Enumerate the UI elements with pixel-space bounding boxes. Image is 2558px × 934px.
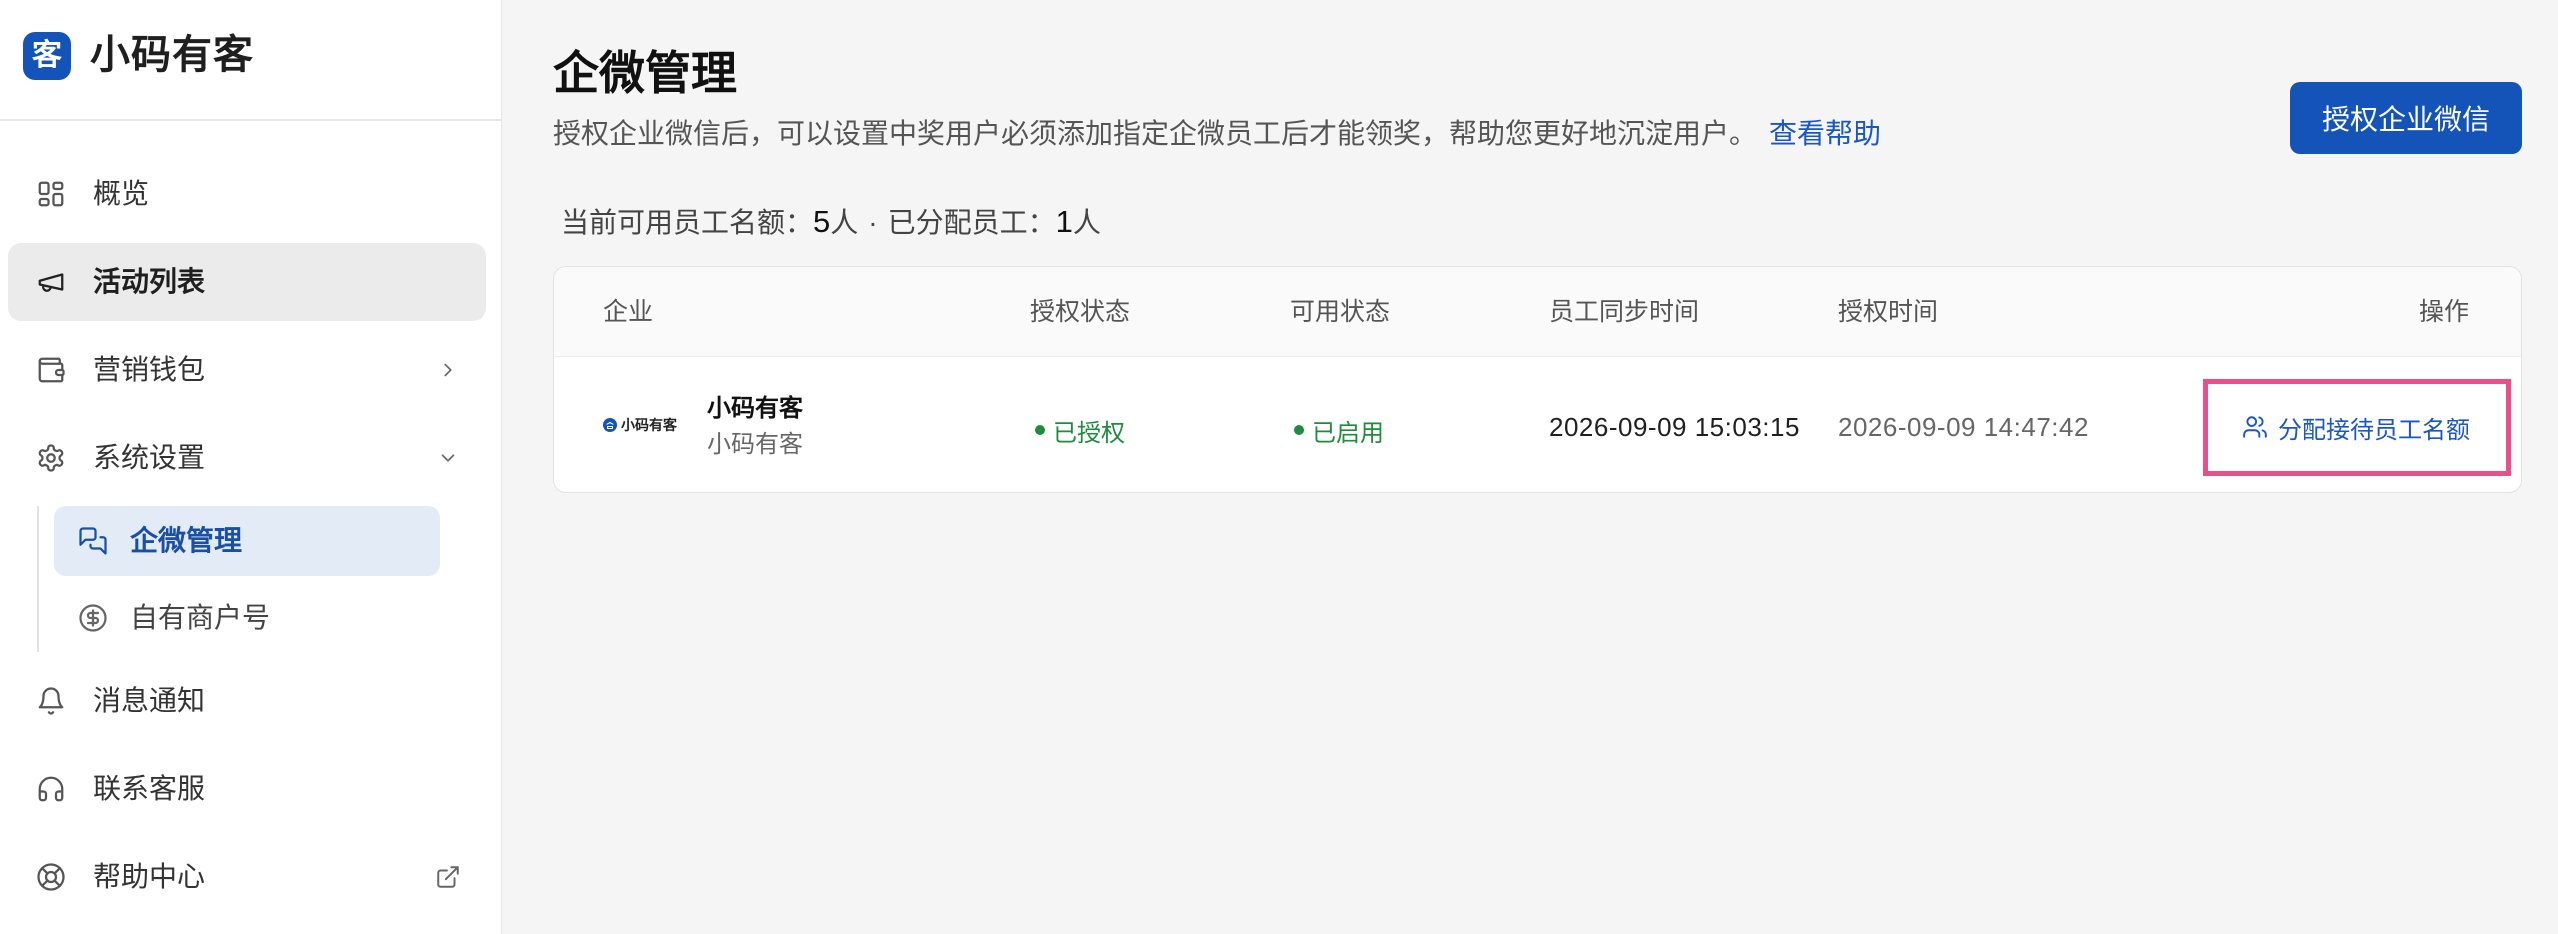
table-row: 小码有客 小码有客 小码有客 已授权 已启用 2026-09-09 15:03:… <box>554 357 2521 492</box>
chevron-right-icon <box>444 363 452 377</box>
quota-summary: 当前可用员工名额：5人 · 已分配员工：1人 <box>561 204 1101 240</box>
auth-status-text: 已授权 <box>1053 419 1125 447</box>
sidebar-subitem-own-merchant[interactable]: 自有商户号 <box>54 583 440 653</box>
available-quota-value: 5 <box>813 204 831 239</box>
page-description: 授权企业微信后，可以设置中奖用户必须添加指定企微员工后才能领奖，帮助您更好地沉淀… <box>553 120 1881 148</box>
sidebar-subitem-label: 自有商户号 <box>130 602 271 633</box>
quota-unit: 人 <box>830 207 859 238</box>
use-status-text: 已启用 <box>1312 419 1384 447</box>
column-header-auth-time: 授权时间 <box>1838 298 1939 326</box>
help-link[interactable]: 查看帮助 <box>1769 118 1881 149</box>
table-header: 企业 授权状态 可用状态 员工同步时间 授权时间 操作 <box>554 267 2521 357</box>
enterprise-logo-mark-icon <box>603 418 617 432</box>
authorize-wecom-button[interactable]: 授权企业微信 <box>2290 82 2522 154</box>
sidebar-subitem-label: 企微管理 <box>130 525 243 556</box>
dashboard-icon <box>38 181 64 207</box>
chevron-down-icon <box>441 454 455 462</box>
sidebar-item-contact-support[interactable]: 联系客服 <box>8 750 486 828</box>
available-quota-label: 当前可用员工名额： <box>561 207 814 238</box>
status-dot <box>1294 425 1304 435</box>
headset-icon <box>38 776 64 802</box>
sidebar-item-label: 概览 <box>93 178 150 209</box>
enterprise-name: 小码有客 <box>707 395 803 422</box>
gear-icon <box>38 444 64 472</box>
auth-time: 2026-09-09 14:47:42 <box>1838 412 2089 442</box>
assign-staff-quota-label: 分配接待员工名额 <box>2278 416 2470 444</box>
enterprise-logo: 小码有客 <box>603 415 677 435</box>
sidebar-item-notifications[interactable]: 消息通知 <box>8 662 486 740</box>
sidebar-subitem-wecom-management[interactable]: 企微管理 <box>54 506 440 576</box>
column-header-sync-time: 员工同步时间 <box>1549 298 1700 326</box>
sidebar-item-label: 消息通知 <box>93 685 206 716</box>
quota-unit: 人 <box>1072 207 1101 238</box>
megaphone-icon <box>38 273 64 292</box>
page-title: 企微管理 <box>553 47 737 99</box>
sync-time: 2026-09-09 15:03:15 <box>1549 412 1800 442</box>
column-header-use-status: 可用状态 <box>1290 298 1391 326</box>
submenu-guide-line <box>37 506 39 652</box>
sidebar-item-help-center[interactable]: 帮助中心 <box>8 838 486 916</box>
status-dot <box>1035 425 1045 435</box>
enterprise-table: 企业 授权状态 可用状态 员工同步时间 授权时间 操作 小码有客 小码有客 小码… <box>553 266 2522 493</box>
sidebar-item-marketing-wallet[interactable]: 营销钱包 <box>8 331 486 409</box>
wallet-icon <box>38 357 65 383</box>
assign-staff-quota-link[interactable]: 分配接待员工名额 <box>2242 412 2470 444</box>
sidebar-item-activity-list[interactable]: 活动列表 <box>8 243 486 321</box>
sidebar-item-label: 帮助中心 <box>93 861 206 892</box>
sidebar-item-label: 营销钱包 <box>93 354 206 385</box>
dollar-circle-icon <box>79 604 107 632</box>
quota-separator: · <box>868 207 878 238</box>
sidebar-item-label: 系统设置 <box>93 442 206 473</box>
assigned-staff-value: 1 <box>1055 204 1073 239</box>
column-header-enterprise: 企业 <box>603 298 654 326</box>
description-text: 授权企业微信后，可以设置中奖用户必须添加指定企微员工后才能领奖，帮助您更好地沉淀… <box>553 118 1758 149</box>
enterprise-logo-text: 小码有客 <box>621 417 677 433</box>
column-header-actions: 操作 <box>2418 298 2469 326</box>
external-link-icon <box>437 866 459 888</box>
sidebar-item-system-settings[interactable]: 系统设置 <box>8 419 486 497</box>
sidebar-item-label: 活动列表 <box>93 266 206 297</box>
lifebuoy-icon <box>37 863 65 891</box>
sidebar: 客 小码有客 概览 活动列表 营销钱包 系统设置 企微管理 自有商户号 消息通知 <box>0 0 502 934</box>
use-status-badge: 已启用 <box>1294 416 1384 447</box>
app-name: 小码有客 <box>90 33 254 77</box>
users-icon <box>2243 416 2267 438</box>
auth-status-badge: 已授权 <box>1035 416 1125 447</box>
enterprise-subname: 小码有客 <box>707 431 803 458</box>
assigned-staff-label: 已分配员工： <box>887 207 1056 238</box>
sidebar-item-label: 联系客服 <box>93 773 206 804</box>
sidebar-item-overview[interactable]: 概览 <box>8 155 486 233</box>
app-logo: 客 <box>23 32 71 80</box>
logo-divider <box>0 119 501 121</box>
bell-icon <box>38 687 64 715</box>
column-header-auth-status: 授权状态 <box>1030 298 1131 326</box>
chat-bubbles-icon <box>79 527 107 555</box>
